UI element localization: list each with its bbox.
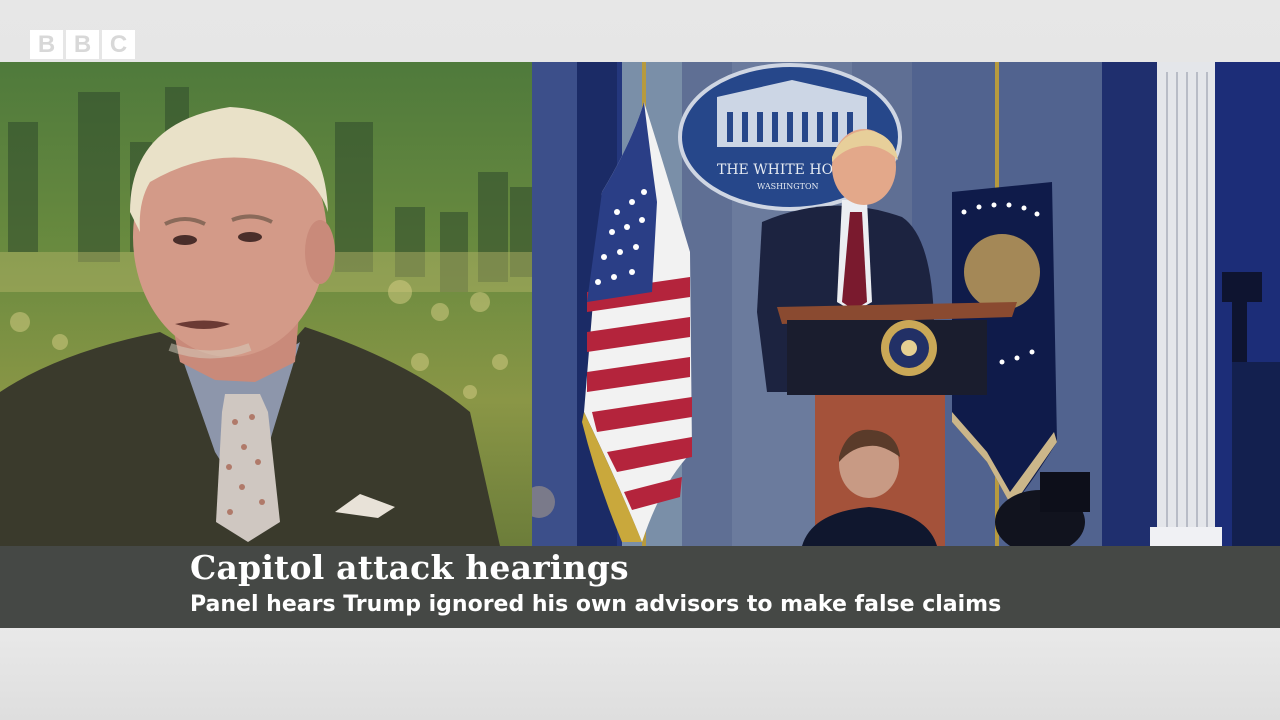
logo-letter-c: C [102,30,135,59]
split-screen: THE WHITE HO WASHINGTON [0,62,1280,546]
logo-letter-b2: B [66,30,99,59]
logo-letter-b1: B [30,30,63,59]
seal-text-top: THE WHITE HO [717,162,833,178]
white-column [1150,62,1222,546]
broadcast-frame: B B C THE WHITE HO WASHINGTON Capitol at… [0,0,1280,720]
headline-text: Capitol attack hearings [190,548,629,587]
left-video-feed [0,62,532,546]
briefing-room-illustration: THE WHITE HO WASHINGTON [532,62,1280,546]
subline-text: Panel hears Trump ignored his own adviso… [190,592,1002,617]
right-video-feed: THE WHITE HO WASHINGTON [532,62,1280,546]
bbc-logo: B B C [30,30,135,59]
bottom-band [0,628,1280,720]
commentator-illustration [0,87,532,546]
seal-text-bottom: WASHINGTON [757,182,819,191]
